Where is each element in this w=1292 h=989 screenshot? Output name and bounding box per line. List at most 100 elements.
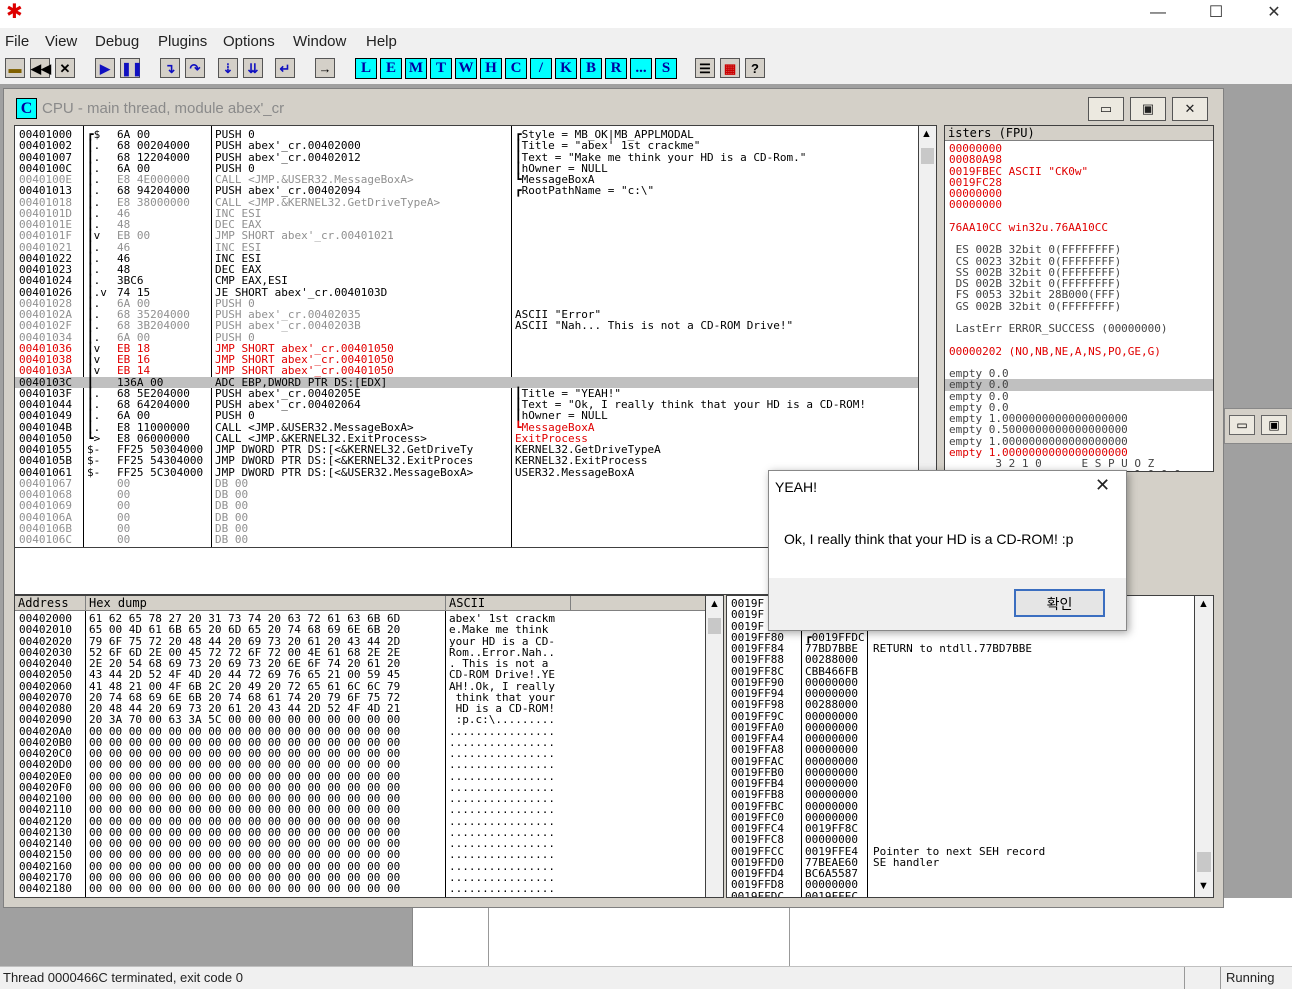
dump-row[interactable]: 00402090 20 3A 70 00 63 3A 5C 00 00 00 00… xyxy=(15,714,706,726)
rewind-icon[interactable]: ◀◀ xyxy=(30,58,51,78)
modules-button[interactable]: E xyxy=(380,58,402,79)
ok-button[interactable]: 확인 xyxy=(1014,589,1105,617)
disasm-row[interactable]: 00401021 ┃. 46 INC ESI xyxy=(15,241,919,253)
disasm-row[interactable]: 0040101D ┃. 46 INC ESI xyxy=(15,207,919,219)
trace-into-icon[interactable]: ⇣ xyxy=(218,58,238,78)
menu-debug[interactable]: Debug xyxy=(95,33,139,50)
memory-map-button[interactable]: M xyxy=(405,58,427,79)
execute-till-return-icon[interactable]: ↵ xyxy=(275,58,295,78)
minimize-icon[interactable]: ▭ xyxy=(1229,415,1255,435)
menu-plugins[interactable]: Plugins xyxy=(158,33,207,50)
stack-row[interactable]: 0019FF9C 00000000 xyxy=(727,710,1195,722)
menu-help[interactable]: Help xyxy=(366,33,397,50)
menu-options[interactable]: Options xyxy=(223,33,275,50)
cpu-maximize-button[interactable]: ▣ xyxy=(1130,97,1166,121)
stack-row[interactable]: 0019FF84 77BD7BBE RETURN to ntdll.77BD7BBE xyxy=(727,643,1195,655)
minimize-button[interactable]: — xyxy=(1136,2,1180,24)
cpu-button[interactable]: C xyxy=(505,58,527,79)
scroll-up-icon[interactable]: ▲ xyxy=(921,128,932,140)
stack-pane[interactable]: 0019F 0019F 0019F 0019FF80 ┏0019FFDC 0019FF84… xyxy=(726,595,1196,898)
disasm-row[interactable]: 0040101F ┃v EB 00 JMP SHORT abex'_cr.004010… xyxy=(15,230,919,242)
dump-row[interactable]: 00402110 00 00 00 00 00 00 00 00 00 00 00… xyxy=(15,804,706,816)
close-icon[interactable]: ✕ xyxy=(55,58,75,78)
stack-row[interactable]: 0019FFB0 00000000 xyxy=(727,766,1195,778)
trace-over-icon[interactable]: ⇊ xyxy=(243,58,263,78)
disasm-row[interactable]: 00401023 ┃. 48 DEC EAX xyxy=(15,264,919,276)
dump-row[interactable]: 00402150 00 00 00 00 00 00 00 00 00 00 00… xyxy=(15,849,706,861)
scroll-thumb[interactable] xyxy=(1197,852,1211,872)
disasm-row[interactable]: 00401007 ┃. 68 12204000 PUSH abex'_cr.00402… xyxy=(15,151,919,163)
disasm-row[interactable]: 00401036 ┃v EB 18 JMP SHORT abex'_cr.004010… xyxy=(15,342,919,354)
stack-row[interactable]: 0019FFAC 00000000 xyxy=(727,755,1195,767)
run-icon[interactable]: ▶ xyxy=(95,58,115,78)
disasm-row[interactable]: 00401044 ┃. 68 64204000 PUSH abex'_cr.00402… xyxy=(15,399,919,411)
menu-view[interactable]: View xyxy=(45,33,77,50)
cpu-close-button[interactable]: ✕ xyxy=(1172,97,1208,121)
stack-row[interactable]: 0019FF88 00288000 xyxy=(727,654,1195,666)
stack-row[interactable]: 0019FF90 00000000 xyxy=(727,676,1195,688)
scroll-thumb[interactable] xyxy=(921,148,934,164)
menu-window[interactable]: Window xyxy=(293,33,346,50)
stack-row[interactable]: 0019FFC0 00000000 xyxy=(727,811,1195,823)
close-button[interactable]: ✕ xyxy=(1252,2,1292,24)
dump-row[interactable]: 004020D0 00 00 00 00 00 00 00 00 00 00 00… xyxy=(15,759,706,771)
scroll-thumb[interactable] xyxy=(708,618,721,634)
stack-row[interactable]: 0019FFCC 0019FFE4 Pointer to next SEH reco… xyxy=(727,845,1195,857)
scroll-up-icon[interactable]: ▲ xyxy=(709,598,720,610)
handles-button[interactable]: H xyxy=(480,58,502,79)
stack-row[interactable]: 0019FFA0 00000000 xyxy=(727,721,1195,733)
stack-row[interactable]: 0019FFD4 BC6A5587 xyxy=(727,868,1195,880)
stack-row[interactable]: 0019FF98 00288000 xyxy=(727,699,1195,711)
stack-scrollbar[interactable]: ▲ ▼ xyxy=(1194,595,1214,898)
step-into-icon[interactable]: ↴ xyxy=(160,58,180,78)
dump-row[interactable]: 00402180 00 00 00 00 00 00 00 00 00 00 00… xyxy=(15,883,706,895)
disasm-row[interactable]: 00401024 ┃. 3BC6 CMP EAX,ESI xyxy=(15,275,919,287)
step-over-icon[interactable]: ↷ xyxy=(185,58,205,78)
registers-pane[interactable]: isters (FPU) 00000000 00080A98 0019FBEC AS… xyxy=(944,125,1214,472)
stack-row[interactable]: 0019FFA8 00000000 xyxy=(727,744,1195,756)
dump-row[interactable]: 00402010 65 00 4D 61 6B 65 20 6D 65 20 74… xyxy=(15,624,706,636)
stack-row[interactable]: 0019FFBC 00000000 xyxy=(727,800,1195,812)
disasm-row[interactable]: 00401049 ┃. 6A 00 PUSH 0 ┃hOwner = NULL xyxy=(15,410,919,422)
disasm-row[interactable]: 00401022 ┃. 46 INC ESI xyxy=(15,252,919,264)
disasm-row[interactable]: 0040103A ┃v EB 14 JMP SHORT abex'_cr.004010… xyxy=(15,365,919,377)
help-icon[interactable]: ? xyxy=(745,58,765,78)
windows-button[interactable]: W xyxy=(455,58,477,79)
open-icon[interactable]: ▬ xyxy=(5,58,25,78)
stack-row[interactable]: 0019FFC8 00000000 xyxy=(727,834,1195,846)
scroll-down-icon[interactable]: ▼ xyxy=(1198,880,1209,892)
disasm-row[interactable]: 00401013 ┃. 68 94204000 PUSH abex'_cr.00402… xyxy=(15,185,919,197)
disasm-row[interactable]: 00401018 ┃. E8 38000000 CALL <JMP.&KERNEL32… xyxy=(15,196,919,208)
scroll-up-icon[interactable]: ▲ xyxy=(1198,598,1209,610)
stack-row[interactable]: 0019FFD0 77BEAE60 SE handler xyxy=(727,856,1195,868)
references-button[interactable]: R xyxy=(605,58,627,79)
disasm-row[interactable]: 00401034 ┃. 6A 00 PUSH 0 xyxy=(15,331,919,343)
hex-dump-pane[interactable]: Address Hex dump ASCII 00402000 61 62 65 … xyxy=(14,595,707,898)
disasm-row[interactable]: 0040102F ┃. 68 3B204000 PUSH abex'_cr.00402… xyxy=(15,320,919,332)
dump-row[interactable]: 00402050 43 44 2D 52 4F 4D 20 44 72 69 76… xyxy=(15,669,706,681)
stack-row[interactable]: 0019FFA4 00000000 xyxy=(727,733,1195,745)
disasm-row[interactable]: 0040105B $- FF25 54304000 JMP DWORD PTR DS:… xyxy=(15,455,919,467)
run-trace-button[interactable]: ... xyxy=(630,58,652,79)
stack-row[interactable]: 0019FFC4 0019FF8C xyxy=(727,823,1195,835)
stack-row[interactable]: 0019FF8C CBB466FB xyxy=(727,665,1195,677)
maximize-icon[interactable]: ▣ xyxy=(1261,415,1287,435)
disasm-row[interactable]: 00401038 ┃v EB 16 JMP SHORT abex'_cr.004010… xyxy=(15,354,919,366)
menu-file[interactable]: File xyxy=(5,33,29,50)
cpu-minimize-button[interactable]: ▭ xyxy=(1088,97,1124,121)
pause-icon[interactable]: ❚❚ xyxy=(120,58,143,78)
list-icon[interactable]: ☰ xyxy=(695,58,715,78)
log-window-button[interactable]: L xyxy=(355,58,377,79)
disasm-row[interactable]: 00401026 ┃.v 74 15 JE SHORT abex'_cr.004010… xyxy=(15,286,919,298)
breakpoints-button[interactable]: B xyxy=(580,58,602,79)
call-stack-button[interactable]: K xyxy=(555,58,577,79)
stack-row[interactable]: 0019FFB8 00000000 xyxy=(727,789,1195,801)
dialog-close-button[interactable]: ✕ xyxy=(1095,475,1110,496)
goto-origin-icon[interactable]: → xyxy=(315,58,335,78)
stack-row[interactable]: 0019FFDC 0019FFEC xyxy=(727,890,1195,897)
dump-scrollbar[interactable]: ▲ xyxy=(705,595,724,898)
patches-button[interactable]: / xyxy=(530,58,552,79)
disasm-row[interactable]: 00401002 ┃. 68 00204000 PUSH abex'_cr.00402… xyxy=(15,140,919,152)
threads-button[interactable]: T xyxy=(430,58,452,79)
stack-row[interactable]: 0019FFB4 00000000 xyxy=(727,778,1195,790)
